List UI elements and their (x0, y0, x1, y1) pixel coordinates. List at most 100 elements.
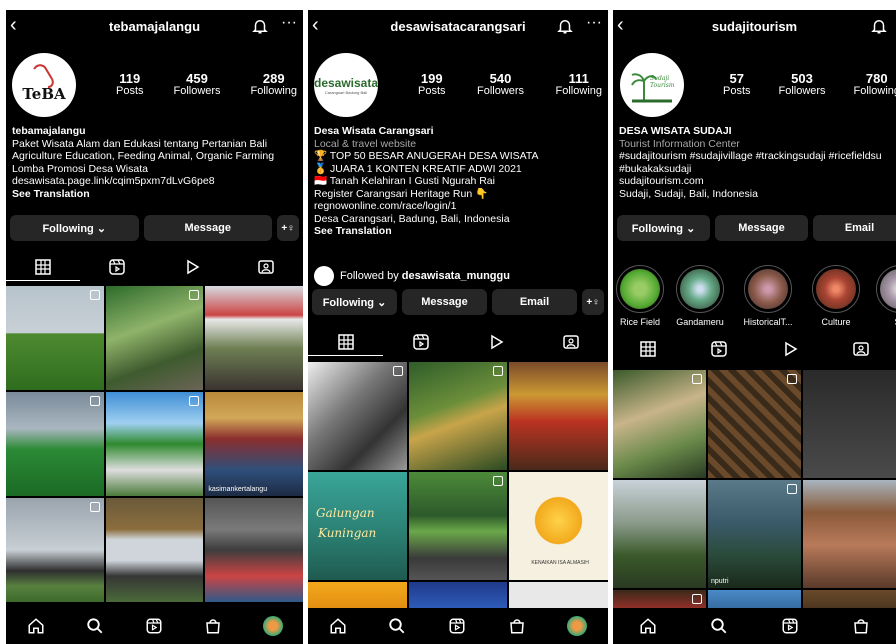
multi-post-icon (89, 396, 100, 406)
bell-icon[interactable] (556, 16, 574, 36)
profile-header: ‹ desawisatacarangsari ··· (308, 10, 608, 44)
bio-link[interactable]: regnowonline.com/race/login/1 (314, 200, 604, 213)
stat-followers[interactable]: 459 Followers (173, 72, 220, 98)
reel-icon (787, 484, 797, 494)
profile-avatar-icon[interactable] (262, 616, 283, 636)
post-tile[interactable] (205, 498, 303, 602)
highlight-culture[interactable]: Culture (811, 265, 861, 327)
post-tile[interactable] (105, 498, 204, 602)
bio-link[interactable]: desawisata.page.link/cqim5pxm7dLvG6pe8 (12, 175, 299, 188)
stat-following[interactable]: 289 Following (251, 72, 297, 98)
action-buttons: Following ⌄ Message Email +♀ (312, 289, 604, 315)
stat-posts[interactable]: 57 Posts (723, 72, 751, 98)
profile-avatar-icon[interactable] (567, 616, 588, 636)
home-icon[interactable] (639, 617, 657, 635)
post-tile[interactable]: kasimankertalangu (205, 392, 303, 496)
grid-tab-icon[interactable] (640, 341, 657, 357)
highlight-label: Culture (821, 317, 851, 327)
message-button[interactable]: Message (402, 289, 487, 315)
reels-tab-icon[interactable] (711, 341, 727, 357)
profile-bio: Desa Wisata Carangsari Local & travel we… (314, 125, 604, 238)
following-button[interactable]: Following ⌄ (312, 289, 397, 315)
stat-followers[interactable]: 503 Followers (778, 72, 825, 98)
grid-tab-icon[interactable] (35, 259, 51, 275)
shop-icon[interactable] (508, 617, 526, 635)
see-translation-link[interactable]: See Translation (314, 225, 604, 238)
search-icon[interactable] (710, 617, 728, 635)
stat-posts[interactable]: 199 Posts (418, 72, 446, 98)
highlight-gandameru[interactable]: Gandameru (675, 265, 725, 327)
see-translation-link[interactable]: See Translation (12, 188, 299, 201)
post-caption: kasimankertalangu (208, 486, 268, 493)
highlight-rice-field[interactable]: Rice Field (615, 265, 665, 327)
tagged-tab-icon[interactable] (562, 334, 579, 350)
post-tile[interactable] (408, 472, 508, 580)
post-tile[interactable] (105, 286, 204, 390)
more-icon[interactable]: ··· (586, 14, 602, 32)
shop-icon[interactable] (204, 617, 222, 635)
post-tile[interactable]: Galungan Kuningan (308, 472, 407, 580)
bio-line: Desa Carangsari, Badung, Bali, Indonesia (314, 212, 510, 225)
stat-posts[interactable]: 119 Posts (116, 72, 144, 98)
tagged-tab-icon[interactable] (852, 341, 869, 357)
post-tile[interactable] (509, 362, 608, 470)
search-icon[interactable] (388, 617, 406, 635)
multi-post-icon (189, 290, 200, 300)
following-button[interactable]: Following ⌄ (617, 215, 710, 241)
bottom-nav (613, 608, 896, 644)
post-tile[interactable] (6, 286, 104, 390)
post-tile[interactable]: KENAIKAN ISA ALMASIH (509, 472, 608, 580)
video-tab-icon[interactable] (184, 259, 200, 275)
post-tile[interactable] (205, 286, 303, 390)
video-tab-icon[interactable] (488, 334, 504, 350)
post-tile[interactable] (408, 362, 508, 470)
bell-icon[interactable] (870, 16, 888, 36)
reels-icon[interactable] (781, 617, 799, 635)
post-tile[interactable] (613, 480, 706, 588)
email-button[interactable]: Email (813, 215, 896, 241)
highlight-historical[interactable]: HistoricalT... (743, 265, 793, 327)
grid-tab-icon[interactable] (337, 334, 354, 350)
post-tile[interactable] (613, 370, 706, 478)
post-tile[interactable] (105, 392, 204, 496)
post-tile[interactable] (708, 370, 801, 478)
reels-icon[interactable] (448, 617, 466, 635)
post-tile[interactable] (6, 392, 104, 496)
multi-post-icon (189, 396, 200, 406)
home-icon[interactable] (329, 617, 347, 635)
message-button[interactable]: Message (715, 215, 808, 241)
stat-following[interactable]: 780 Following (854, 72, 896, 98)
video-tab-icon[interactable] (782, 341, 798, 357)
more-icon[interactable]: ··· (281, 14, 297, 32)
reels-icon[interactable] (145, 617, 163, 635)
followed-by-prefix: Followed by (340, 270, 402, 282)
post-tile[interactable] (803, 370, 896, 478)
avatar[interactable]: TeBA (12, 53, 76, 117)
email-button[interactable]: Email (492, 289, 577, 315)
stat-following[interactable]: 111 Following (556, 72, 602, 98)
stat-followers[interactable]: 540 Followers (477, 72, 524, 98)
profile-bio: tebamajalangu Paket Wisata Alam dan Eduk… (12, 125, 299, 200)
avatar[interactable]: Sudaji Tourism (620, 53, 684, 117)
reels-tab-icon[interactable] (109, 259, 126, 275)
add-person-button[interactable]: +♀ (582, 289, 604, 315)
avatar[interactable]: desawisata Carangsari Badung Bali (314, 53, 378, 117)
post-tile[interactable]: nputri (708, 480, 801, 588)
bell-icon[interactable] (251, 16, 269, 36)
reels-tab-icon[interactable] (412, 334, 429, 350)
followed-by[interactable]: Followed by desawisata_munggu (314, 266, 510, 286)
search-icon[interactable] (86, 617, 104, 635)
bio-link[interactable]: sudajitourism.com (619, 175, 892, 188)
post-tile[interactable] (6, 498, 104, 602)
post-tile[interactable] (308, 362, 407, 470)
post-tile[interactable] (803, 480, 896, 588)
add-person-button[interactable]: +♀ (277, 215, 299, 241)
followed-by-name: desawisata_munggu (401, 270, 510, 282)
message-button[interactable]: Message (143, 215, 272, 241)
tagged-tab-icon[interactable] (258, 259, 274, 275)
logo-text: Sudaji Tourism (650, 75, 675, 89)
following-button[interactable]: Following ⌄ (10, 215, 139, 241)
home-icon[interactable] (27, 617, 45, 635)
shop-icon[interactable] (852, 617, 870, 635)
highlight-so[interactable]: So (875, 265, 896, 327)
